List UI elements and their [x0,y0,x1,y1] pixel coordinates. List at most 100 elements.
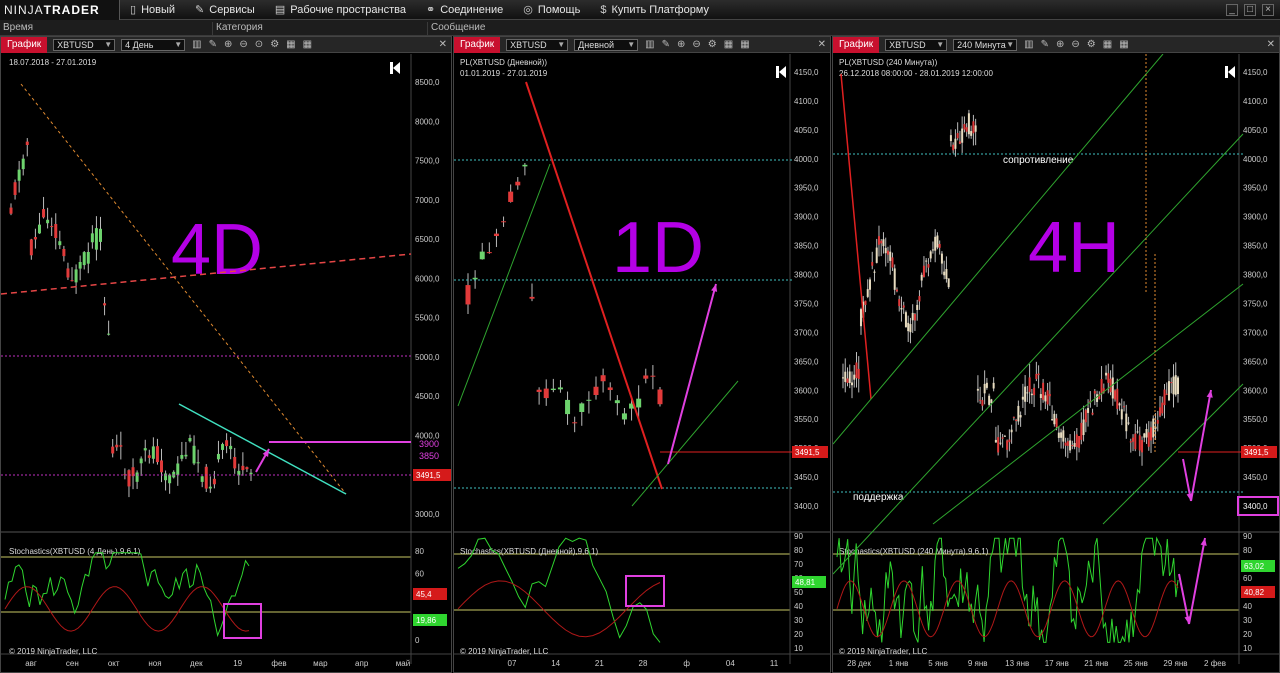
symbol-select[interactable]: XBTUSD ▼ [885,38,948,51]
price-tick-label: 3850,0 [1243,242,1268,251]
period-select[interactable]: 4 День ▼ [121,38,186,51]
properties-icon[interactable]: ⚙ [708,39,717,50]
chart-canvas[interactable]: PL(XBTUSD (240 Минута)) 26.12.2018 08:00… [833,54,1279,672]
close-icon[interactable]: ✕ [818,39,826,50]
candle-body [909,324,912,333]
candle-body [33,237,37,240]
candle-body [889,251,892,261]
zoom-out-icon[interactable]: ⊖ [692,39,700,50]
period-select[interactable]: Дневной ▼ [574,38,639,51]
close-icon[interactable]: ✕ [1267,39,1275,50]
candle-body [115,444,119,448]
price-mark-b: 3850 [419,451,439,461]
candle-body [1123,406,1126,408]
chart-canvas[interactable]: 18.07.2018 - 27.01.2019 4D Stochastics(X… [1,54,451,672]
candle-body [1010,429,1013,433]
candle-body [1026,392,1029,394]
candle-body [62,248,66,257]
time-tick-label: 2 фев [1204,659,1226,668]
layout-icon[interactable]: ▦ [740,39,749,50]
chart-svg-4h[interactable]: PL(XBTUSD (240 Минута)) 26.12.2018 08:00… [833,54,1279,672]
price-tick-label: 6000,0 [415,274,440,283]
layout-icon[interactable]: ▦ [724,39,733,50]
candle-body [221,444,225,450]
maximize-icon[interactable]: □ [1244,3,1256,16]
zoom-out-icon[interactable]: ⊖ [1071,39,1079,50]
menu-new[interactable]: ▯ Новый [120,0,185,20]
candle-body [1147,432,1150,447]
candle-body [979,399,982,401]
pencil-icon[interactable]: ✎ [1041,39,1049,50]
price-tick-label: 4100,0 [1243,97,1268,106]
menu-buy-platform[interactable]: $ Купить Платформу [590,0,719,20]
layout-icon[interactable]: ▦ [1103,39,1112,50]
zoom-out-icon[interactable]: ⊖ [239,39,247,50]
candle-body [58,241,62,246]
candle-body [208,486,212,489]
bars-icon[interactable]: ▥ [1024,39,1033,50]
menu-services[interactable]: ✎ Сервисы [185,0,265,20]
candle-body [949,135,952,142]
symbol-select[interactable]: XBTUSD ▼ [53,38,116,51]
candle-body [873,271,876,273]
candle-body [1073,443,1076,447]
chart-svg-4d[interactable]: 18.07.2018 - 27.01.2019 4D Stochastics(X… [1,54,451,672]
time-tick-label: ф [683,659,690,668]
candle-body [1048,394,1051,397]
zoom-in-icon[interactable]: ⊕ [224,39,232,50]
layout-icon[interactable]: ▦ [286,39,295,50]
period-select[interactable]: 240 Минута ▼ [953,38,1018,51]
zoom-in-icon[interactable]: ⊕ [677,39,685,50]
menu-workspaces[interactable]: ▤ Рабочие пространства [265,0,416,20]
candle-body [1152,418,1155,438]
candle-body [196,462,200,464]
chart-svg-1d[interactable]: PL(XBTUSD (Дневной)) 01.01.2019 - 27.01.… [454,54,830,672]
candle-body [42,209,46,218]
pencil-icon[interactable]: ✎ [662,39,670,50]
price-tick-label: 8000,0 [415,117,440,126]
last-price-label: 3491,5 [416,471,441,480]
chart-tab[interactable]: График [833,36,880,53]
layout-icon[interactable]: ▦ [1119,39,1128,50]
bars-icon[interactable]: ▥ [192,39,201,50]
crosshair-icon[interactable]: ⊙ [255,39,263,50]
properties-icon[interactable]: ⚙ [1087,39,1096,50]
candle-body [593,386,599,396]
symbol-select[interactable]: XBTUSD ▼ [506,38,569,51]
chart-tab[interactable]: График [454,36,501,53]
highlight-box [223,603,262,639]
column-message[interactable]: Сообщение [427,22,485,35]
minimize-icon[interactable]: _ [1226,3,1238,16]
layout-icon[interactable]: ▦ [303,39,312,50]
candle-body [855,362,858,379]
column-time[interactable]: Время [0,22,33,35]
candle-body [1060,432,1063,438]
close-icon[interactable]: × [1262,3,1274,16]
candle-body [952,144,955,151]
chart-tab[interactable]: График [1,36,48,53]
stoch-tick-label: 0 [415,636,420,645]
close-icon[interactable]: ✕ [439,39,447,50]
candle-body [1037,373,1040,376]
candle-body [859,309,862,327]
candle-body [46,219,50,224]
document-icon: ▯ [130,4,137,16]
candle-body [1030,393,1033,396]
zoom-in-icon[interactable]: ⊕ [1056,39,1064,50]
column-category[interactable]: Категория [212,22,263,35]
menu-connection[interactable]: ⚭ Соединение [416,0,513,20]
candle-body [877,236,880,245]
time-tick-label: 11 [770,659,779,668]
properties-icon[interactable]: ⚙ [270,39,279,50]
candle-body [994,439,997,443]
pencil-icon[interactable]: ✎ [209,39,217,50]
candle-body [1021,396,1024,400]
price-tick-label: 3900,0 [794,213,819,222]
chart-canvas[interactable]: PL(XBTUSD (Дневной)) 01.01.2019 - 27.01.… [454,54,830,672]
target-price-label: 3400,0 [1243,502,1268,511]
candle-body [1008,439,1011,443]
menu-help[interactable]: ◎ Помощь [513,0,590,20]
bars-icon[interactable]: ▥ [645,39,654,50]
stoch-tick-label: 60 [415,569,424,578]
price-tick-label: 3800,0 [1243,271,1268,280]
